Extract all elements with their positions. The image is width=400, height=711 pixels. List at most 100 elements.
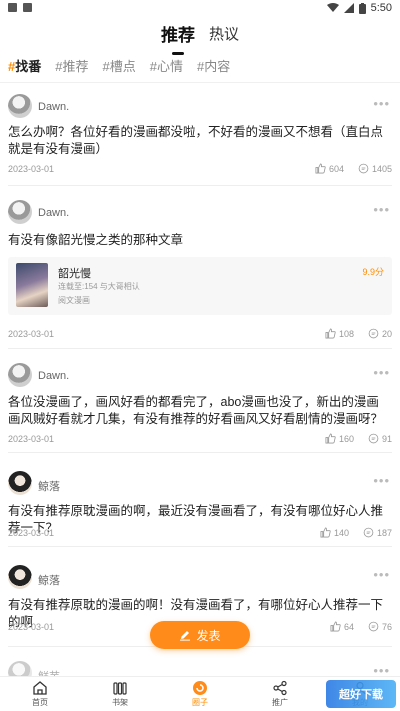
- post-date: 2023-03-01: [8, 329, 55, 339]
- post-date: 2023-03-01: [8, 528, 55, 538]
- comment-count: 76: [381, 621, 392, 632]
- post-content[interactable]: 各位没漫画了，画风好看的都看完了，abo漫画也没了，新出的漫画画风贼好看就才几集…: [8, 394, 384, 428]
- hashtag-complaints[interactable]: #槽点: [103, 56, 136, 75]
- avatar[interactable]: [8, 363, 32, 387]
- comment-icon: [358, 163, 369, 174]
- like-button[interactable]: 64: [330, 621, 354, 632]
- avatar[interactable]: [8, 565, 32, 589]
- comment-icon: [363, 527, 374, 538]
- like-button[interactable]: 160: [325, 433, 354, 444]
- hashtag-content[interactable]: #内容: [197, 56, 230, 75]
- thumbs-up-icon: [320, 527, 331, 538]
- post-content[interactable]: 怎么办啊？各位好看的漫画都没啦，不好看的漫画又不想看（直白点就是有没有漫画）: [8, 124, 384, 158]
- comment-button[interactable]: 1405: [358, 163, 392, 174]
- like-button[interactable]: 108: [325, 328, 354, 339]
- thumbs-up-icon: [330, 621, 341, 632]
- post-card[interactable]: Dawn. ••• 有没有像韶光慢之类的那种文章 韶光慢 连载至:154 与大哥…: [0, 186, 400, 349]
- comment-button[interactable]: 76: [368, 621, 392, 632]
- pen-icon: [180, 631, 191, 641]
- status-notifications: [8, 3, 32, 12]
- avatar[interactable]: [8, 471, 32, 495]
- tab-hot-discussion[interactable]: 热议: [209, 23, 239, 44]
- post-stats: 604 1405: [315, 163, 392, 174]
- post-date: 2023-03-01: [8, 622, 55, 632]
- home-icon: [33, 681, 47, 695]
- post-card[interactable]: 鲸落 ••• 有没有推荐原耽漫画的啊，最近没有漫画看了，有没有哪位好心人推荐一下…: [0, 453, 400, 547]
- more-options-icon[interactable]: •••: [373, 202, 390, 217]
- comment-button[interactable]: 91: [368, 433, 392, 444]
- comment-icon: [368, 621, 379, 632]
- post-date: 2023-03-01: [8, 434, 55, 444]
- bookshelf-icon: [113, 682, 127, 695]
- status-indicators: 5:50: [326, 2, 392, 14]
- like-count: 140: [333, 527, 349, 538]
- post-card[interactable]: 鲜芋 •••: [0, 647, 400, 685]
- thumbs-up-icon: [325, 328, 336, 339]
- like-button[interactable]: 140: [320, 527, 349, 538]
- comment-icon: [368, 328, 379, 339]
- comment-button[interactable]: 187: [363, 527, 392, 538]
- comment-icon: [368, 433, 379, 444]
- author-name[interactable]: Dawn.: [38, 370, 69, 382]
- post-stats: 64 76: [330, 621, 392, 632]
- comic-progress: 连载至:154 与大哥相认: [58, 282, 140, 291]
- post-stats: 108 20: [325, 328, 392, 339]
- post-date: 2023-03-01: [8, 164, 55, 174]
- post-stats: 140 187: [320, 527, 392, 538]
- hashtag-mood[interactable]: #心情: [150, 56, 183, 75]
- comic-title: 韶光慢: [58, 268, 91, 280]
- author-name[interactable]: Dawn.: [38, 101, 69, 113]
- comic-score: 9.9分: [362, 267, 384, 277]
- more-options-icon[interactable]: •••: [373, 365, 390, 380]
- comment-count: 187: [376, 527, 392, 538]
- nav-bookshelf[interactable]: 书架: [80, 677, 160, 711]
- more-options-icon[interactable]: •••: [373, 473, 390, 488]
- comment-count: 20: [381, 328, 392, 339]
- avatar[interactable]: [8, 94, 32, 118]
- nav-promote[interactable]: 推广: [240, 677, 320, 711]
- comic-source: 阅文漫画: [58, 296, 90, 305]
- nav-circle[interactable]: 圈子: [160, 677, 240, 711]
- comment-count: 1405: [371, 163, 392, 174]
- comic-card[interactable]: 韶光慢 连载至:154 与大哥相认 阅文漫画 9.9分: [8, 257, 392, 315]
- signal-icon: [343, 3, 354, 13]
- post-stats: 160 91: [325, 433, 392, 444]
- thumbs-up-icon: [315, 163, 326, 174]
- status-time: 5:50: [370, 2, 392, 14]
- nav-home[interactable]: 首页: [0, 677, 80, 711]
- status-bar: 5:50: [0, 0, 400, 18]
- watermark-logo: 超好下载: [326, 680, 396, 708]
- hashtag-bar: #找番 #推荐 #槽点 #心情 #内容: [0, 54, 400, 76]
- comment-button[interactable]: 20: [368, 328, 392, 339]
- post-card[interactable]: Dawn. ••• 怎么办啊？各位好看的漫画都没啦，不好看的漫画又不想看（直白点…: [0, 84, 400, 186]
- like-button[interactable]: 604: [315, 163, 344, 174]
- hashtag-recommend[interactable]: #推荐: [55, 56, 88, 75]
- circle-icon: [193, 681, 207, 695]
- avatar[interactable]: [8, 200, 32, 224]
- thumbs-up-icon: [325, 433, 336, 444]
- post-content[interactable]: 有没有像韶光慢之类的那种文章: [8, 232, 384, 249]
- author-name[interactable]: 鲸落: [38, 572, 60, 588]
- like-count: 604: [328, 163, 344, 174]
- battery-icon: [358, 2, 366, 14]
- app-notification-icon: [23, 3, 32, 12]
- more-options-icon[interactable]: •••: [373, 96, 390, 111]
- comic-cover-image: [16, 263, 48, 307]
- share-icon: [273, 680, 287, 696]
- like-count: 108: [338, 328, 354, 339]
- tab-recommend[interactable]: 推荐: [161, 21, 195, 55]
- top-tabs: 推荐 热议: [0, 18, 400, 55]
- wifi-icon: [326, 3, 339, 12]
- author-name[interactable]: 鲸落: [38, 478, 60, 494]
- like-count: 160: [338, 433, 354, 444]
- post-button-label: 发表: [196, 628, 221, 643]
- like-count: 64: [343, 621, 354, 632]
- post-button[interactable]: 发表: [150, 621, 250, 649]
- author-name[interactable]: Dawn.: [38, 207, 69, 219]
- hashtag-find-anime[interactable]: #找番: [8, 56, 41, 75]
- image-notification-icon: [8, 3, 17, 12]
- divider: [0, 82, 400, 83]
- comment-count: 91: [381, 433, 392, 444]
- more-options-icon[interactable]: •••: [373, 567, 390, 582]
- post-card[interactable]: Dawn. ••• 各位没漫画了，画风好看的都看完了，abo漫画也没了，新出的漫…: [0, 349, 400, 453]
